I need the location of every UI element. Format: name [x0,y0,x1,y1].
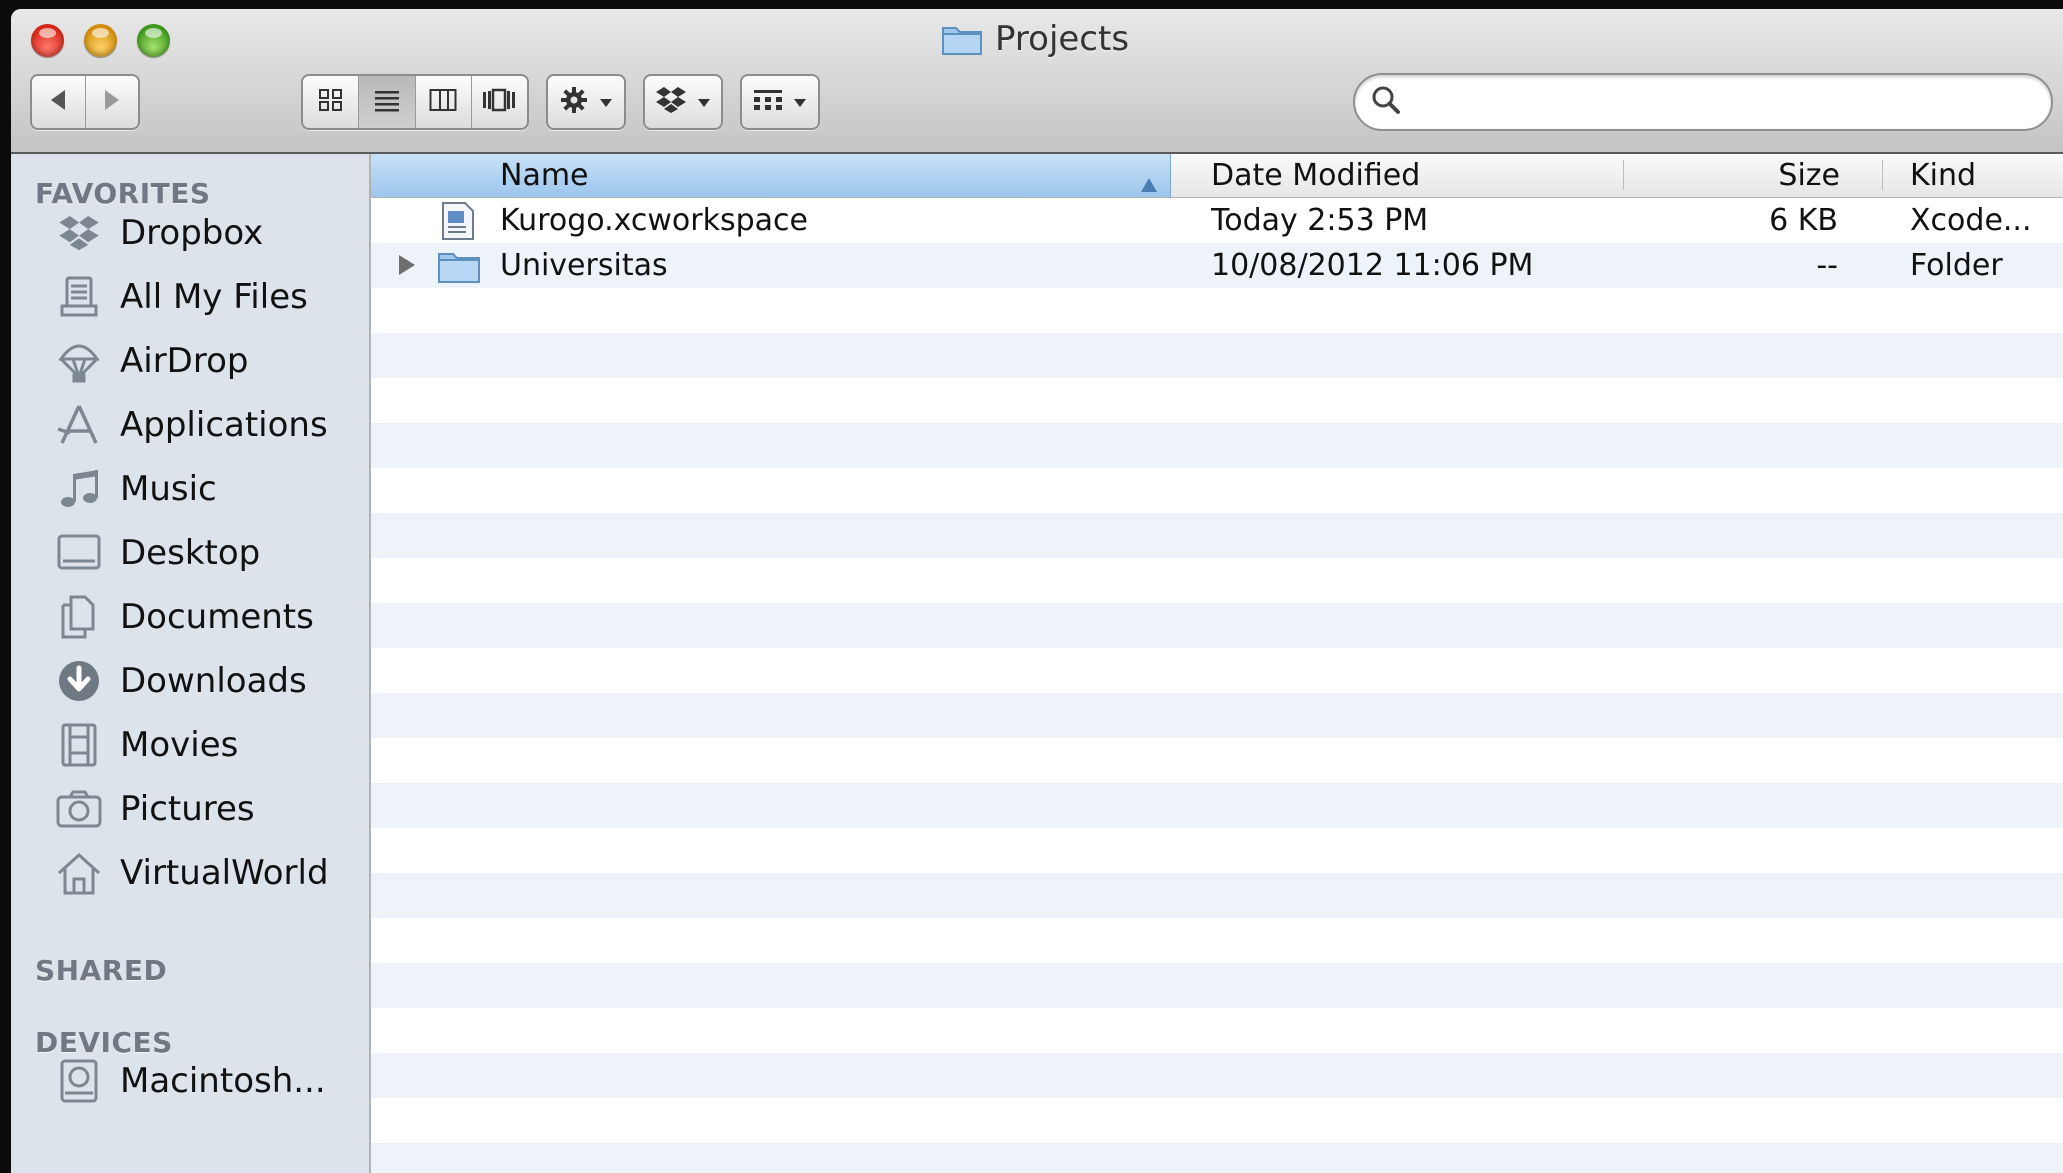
dropbox-menu-button[interactable] [643,74,723,130]
file-name: Kurogo.xcworkspace [500,203,808,238]
file-date-modified: Today 2:53 PM [1211,203,1429,238]
sidebar-item-label: All My Files [120,277,308,317]
sidebar-item-pictures[interactable]: Pictures [56,784,255,834]
icon-view-button[interactable] [303,76,360,128]
window-title: Projects [941,19,1129,59]
column-header-label: Date Modified [1211,158,1421,193]
arrange-icon [753,88,783,116]
list-background [371,198,2063,1173]
sidebar-item-label: Pictures [120,789,255,829]
table-row[interactable]: Universitas 10/08/2012 11:06 PM -- Folde… [371,243,2063,288]
sidebar-item-airdrop[interactable]: AirDrop [56,336,248,386]
dropbox-icon [56,210,102,256]
column-header-label: Name [500,158,589,193]
search-input[interactable] [1411,84,2015,120]
airdrop-icon [56,338,102,384]
list-icon [374,88,400,116]
gear-icon [559,85,589,119]
xcode-workspace-icon [439,198,479,243]
sidebar-item-documents[interactable]: Documents [56,592,314,642]
column-header-name[interactable]: Name [371,154,1171,197]
toolbar: Projects [11,9,2063,154]
close-button[interactable] [31,24,64,57]
arrange-menu-button[interactable] [740,74,820,130]
search-icon [1371,85,1401,119]
sort-ascending-icon [1140,166,1158,201]
chevron-down-icon [599,93,613,112]
pictures-icon [56,786,102,832]
nav-buttons [30,74,140,130]
sidebar-item-movies[interactable]: Movies [56,720,238,770]
sidebar-item-label: Music [120,469,217,509]
sidebar: FAVORITES Dropbox All My Files AirDrop A… [11,154,371,1173]
sidebar-item-music[interactable]: Music [56,464,217,514]
search-field [1353,73,2053,131]
finder-window: Projects FAVORITES Dropbox All My Files … [11,9,2063,1173]
file-date-modified: 10/08/2012 11:06 PM [1211,248,1534,283]
view-mode-control [301,74,529,130]
table-row[interactable]: Kurogo.xcworkspace Today 2:53 PM 6 KB Xc… [371,198,2063,243]
back-arrow-icon [47,88,69,116]
sidebar-item-downloads[interactable]: Downloads [56,656,307,706]
window-title-text: Projects [995,19,1130,59]
dropbox-icon [655,86,687,118]
forward-arrow-icon [101,88,123,116]
file-name: Universitas [500,248,668,283]
back-button[interactable] [32,76,86,128]
sidebar-section-devices: DEVICES [35,1026,173,1059]
movies-icon [56,722,102,768]
file-size: 6 KB [1769,203,1838,238]
file-size: -- [1816,248,1838,283]
downloads-icon [56,658,102,704]
folder-icon [437,243,483,288]
columns-icon [429,88,457,116]
sidebar-item-label: Macintosh... [120,1061,326,1101]
sidebar-item-virtualworld[interactable]: VirtualWorld [56,848,329,898]
sidebar-item-all-my-files[interactable]: All My Files [56,272,308,322]
file-kind: Folder [1910,248,2003,283]
sidebar-item-applications[interactable]: Applications [56,400,328,450]
column-header-date-modified[interactable]: Date Modified [1171,154,1623,197]
forward-button[interactable] [86,76,139,128]
list-view-button[interactable] [359,76,416,128]
minimize-button[interactable] [84,24,117,57]
desktop-icon [56,530,102,576]
coverflow-view-button[interactable] [472,76,527,128]
sidebar-section-favorites: FAVORITES [35,177,211,210]
hard-drive-icon [56,1058,102,1104]
sidebar-item-macintosh-hd[interactable]: Macintosh... [56,1056,326,1106]
action-menu-button[interactable] [546,74,626,130]
column-view-button[interactable] [416,76,472,128]
sidebar-item-desktop[interactable]: Desktop [56,528,260,578]
folder-icon [941,22,983,56]
documents-icon [56,594,102,640]
disclosure-triangle-icon[interactable] [399,255,415,275]
sidebar-item-label: Desktop [120,533,261,573]
sidebar-item-label: Documents [120,597,314,637]
all-files-icon [56,274,102,320]
file-kind: Xcode... [1910,203,2032,238]
column-header-bar: Name Date Modified Size Kind [371,154,2063,198]
home-icon [56,850,102,896]
applications-icon [56,402,102,448]
grid-icon [318,88,344,116]
column-header-size[interactable]: Size [1624,154,1882,197]
zoom-button[interactable] [137,24,170,57]
sidebar-item-label: Movies [120,725,239,765]
file-list: Name Date Modified Size Kind Kurogo.xcwo… [371,154,2063,1173]
sidebar-item-label: Dropbox [120,213,264,253]
column-header-label: Size [1778,158,1840,193]
chevron-down-icon [697,93,711,112]
sidebar-item-label: AirDrop [120,341,249,381]
music-icon [56,466,102,512]
chevron-down-icon [793,93,807,112]
sidebar-item-label: Applications [120,405,328,445]
sidebar-item-dropbox[interactable]: Dropbox [56,208,263,258]
sidebar-item-label: Downloads [120,661,307,701]
sidebar-section-shared: SHARED [35,954,168,987]
column-header-kind[interactable]: Kind [1883,154,2063,197]
coverflow-icon [482,88,516,116]
column-header-label: Kind [1910,158,1977,193]
sidebar-item-label: VirtualWorld [120,853,329,893]
